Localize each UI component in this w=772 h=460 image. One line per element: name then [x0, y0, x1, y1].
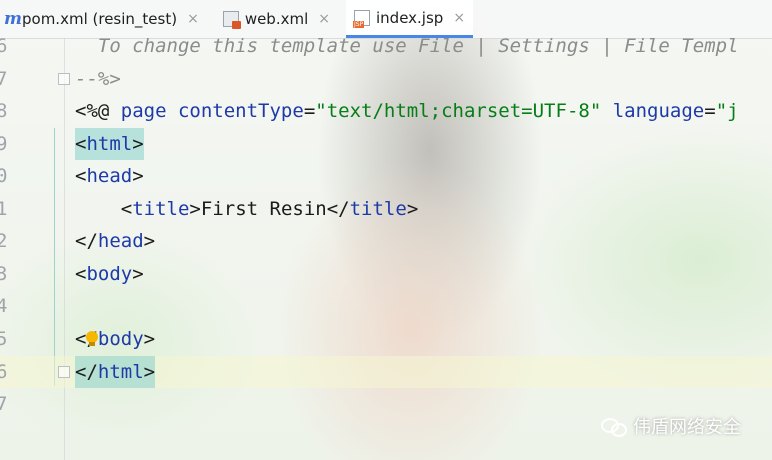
tag-name: title [132, 198, 190, 220]
comment-text: --%> [75, 68, 121, 90]
tag-bracket: </ [75, 230, 98, 252]
code-line[interactable]: 8 <%@ page contentType="text/html;charse… [0, 95, 772, 127]
tag-bracket: </ [75, 361, 98, 383]
tag-bracket: > [132, 263, 144, 285]
line-number: 6 [0, 35, 8, 57]
jsp-file-icon [353, 9, 370, 28]
maven-icon: m [4, 9, 22, 29]
html-close-tag: </html> [75, 356, 156, 388]
line-number: 9 [0, 133, 8, 155]
comment-text: To change this template use File | Setti… [75, 35, 739, 57]
body-open-tag: <body> [75, 258, 144, 290]
line-number: 7 [0, 68, 8, 90]
title-element: <title>First Resin</title> [75, 193, 419, 225]
tag-bracket: > [143, 361, 156, 383]
close-icon[interactable]: × [318, 11, 330, 27]
tag-bracket: </ [326, 198, 350, 220]
tab-label: index.jsp [376, 8, 444, 27]
wechat-watermark: 伟盾网络安全 [601, 413, 741, 439]
line-number: 3 [0, 263, 8, 285]
html-open-tag: <html> [75, 128, 144, 160]
code-line[interactable]: 7 --%> [0, 63, 772, 95]
line-number: 2 [0, 230, 8, 252]
line-number: 8 [0, 100, 8, 122]
tag-bracket: > [143, 328, 156, 350]
tag-name: html [86, 133, 133, 155]
tab-label: pom.xml (resin_test) [22, 10, 178, 28]
tag-bracket: > [406, 198, 419, 220]
tag-bracket: > [132, 133, 144, 155]
head-open-tag: <head> [75, 160, 144, 192]
watermark-text: 伟盾网络安全 [633, 417, 741, 438]
xml-file-icon [222, 11, 241, 29]
code-line[interactable]: 4 [0, 290, 772, 322]
code-line[interactable]: 5 </body> [0, 323, 772, 355]
tag-bracket: < [120, 198, 133, 220]
tab-label: web.xml [244, 10, 309, 28]
close-icon[interactable]: × [187, 11, 199, 27]
code-line[interactable]: 3 <body> [0, 258, 772, 290]
attribute-name: language [612, 100, 705, 122]
line-number: 7 [0, 393, 8, 415]
fold-marker-icon[interactable] [58, 73, 70, 85]
code-line[interactable]: 6 To change this template use File | Set… [0, 30, 772, 62]
tag-name: head [86, 165, 133, 187]
line-number: 6 [0, 361, 8, 383]
directive-keyword: page [120, 100, 167, 122]
tag-bracket: > [132, 165, 144, 187]
head-close-tag: </head> [75, 225, 155, 257]
line-number: 5 [0, 328, 8, 350]
tag-bracket: > [143, 230, 156, 252]
tag-bracket: < [75, 165, 87, 187]
tag-name: head [97, 230, 144, 252]
page-directive: <%@ page contentType="text/html;charset=… [75, 95, 739, 127]
equals: = [704, 100, 716, 122]
attribute-value: "j [715, 100, 739, 122]
code-line-current[interactable]: 6 </html> [0, 356, 772, 388]
tag-bracket: < [75, 263, 87, 285]
code-line[interactable]: 9 <html> [0, 128, 772, 160]
tag-bracket: > [189, 198, 201, 220]
equals: = [303, 100, 316, 122]
attribute-name: contentType [177, 100, 304, 122]
tag-bracket: < [75, 133, 87, 155]
directive-open: <%@ [75, 100, 121, 122]
code-line[interactable]: 0 <head> [0, 160, 772, 192]
tag-name: body [86, 263, 133, 285]
line-number: 4 [0, 295, 8, 317]
lightbulb-icon[interactable] [84, 331, 100, 347]
close-icon[interactable]: × [453, 10, 465, 26]
code-editor[interactable]: 6 To change this template use File | Set… [0, 35, 772, 460]
tag-name: html [97, 361, 144, 383]
line-number: 0 [0, 165, 8, 187]
fold-marker-icon[interactable] [58, 366, 70, 378]
wechat-icon [601, 416, 627, 437]
attribute-value: "text/html;charset=UTF-8" [315, 100, 602, 122]
line-number: 1 [0, 198, 8, 220]
tag-name: body [97, 328, 144, 350]
code-line[interactable]: 2 </head> [0, 225, 772, 257]
code-line[interactable]: 1 <title>First Resin</title> [0, 193, 772, 225]
tag-name: title [349, 198, 407, 220]
title-text: First Resin [200, 198, 327, 220]
